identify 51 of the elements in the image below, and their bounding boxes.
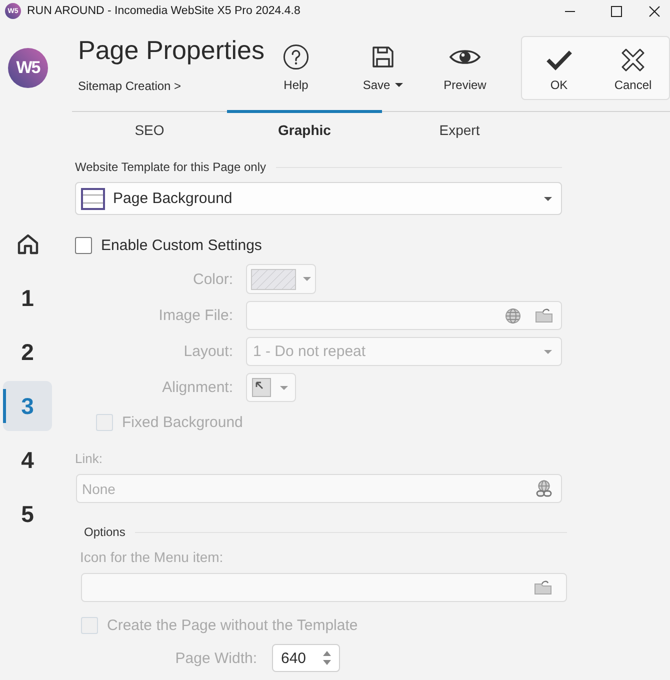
caret-icon: [544, 196, 552, 200]
app-logo: W5: [8, 48, 48, 88]
checkbox[interactable]: [75, 237, 92, 254]
checkbox-label: Fixed Background: [122, 414, 243, 431]
tab[interactable]: SEO: [72, 110, 227, 146]
caret-icon: [303, 277, 311, 281]
page-step-button[interactable]: 1: [3, 273, 52, 323]
breadcrumb-link[interactable]: Sitemap Creation >: [78, 79, 261, 93]
checkbox-label: Enable Custom Settings: [101, 237, 262, 254]
section-heading: Website Template for this Page only: [75, 160, 266, 174]
page-step-button[interactable]: 5: [3, 489, 52, 539]
caret-icon: [280, 386, 288, 390]
maximize-icon: [610, 6, 622, 16]
minimize-icon: [565, 10, 575, 12]
globe-icon: [505, 308, 521, 324]
caret-icon: [544, 350, 552, 354]
preview-button[interactable]: Preview: [430, 22, 500, 93]
x-mark-icon: [621, 48, 645, 72]
section-heading: Options: [83, 525, 126, 539]
ok-button[interactable]: OK: [522, 37, 596, 99]
eye-icon: [449, 48, 481, 66]
field-label: Page Width:: [174, 650, 257, 666]
down-arrow-icon[interactable]: [323, 660, 331, 665]
page-step-button[interactable]: 2: [3, 327, 52, 377]
tab[interactable]: Graphic: [227, 110, 382, 146]
checkmark-icon: [545, 49, 573, 71]
home-icon: [16, 233, 38, 255]
hatched-swatch-icon: [251, 268, 296, 290]
field-label: Image File:: [158, 307, 233, 324]
help-icon: [283, 44, 309, 70]
cancel-button[interactable]: Cancel: [596, 37, 670, 99]
field-label: Alignment:: [161, 379, 233, 396]
page-layout-icon: [81, 188, 105, 210]
save-button[interactable]: Save: [348, 22, 418, 93]
window-title: RUN AROUND - Incomedia WebSite X5 Pro 2024.4.8: [27, 5, 300, 17]
field-label: Link:: [75, 452, 104, 466]
close-icon: [649, 6, 660, 16]
tab[interactable]: Expert: [382, 110, 537, 146]
folder-icon: [535, 308, 553, 323]
field-label: Icon for the Menu item:: [80, 550, 224, 564]
globe-chain-icon: [536, 480, 552, 498]
up-arrow-icon[interactable]: [323, 651, 331, 656]
page-width-spinner[interactable]: 640: [272, 644, 340, 672]
checkbox-label: Create the Page without the Template: [107, 617, 358, 634]
page-step-button[interactable]: 3: [3, 381, 52, 431]
folder-icon: [534, 580, 552, 595]
field-label: Color:: [192, 270, 233, 288]
page-title: Page Properties: [78, 35, 261, 65]
template-dropdown[interactable]: Page Background: [75, 182, 562, 215]
page-step-button[interactable]: 4: [3, 435, 52, 485]
field-label: Layout:: [182, 343, 233, 360]
